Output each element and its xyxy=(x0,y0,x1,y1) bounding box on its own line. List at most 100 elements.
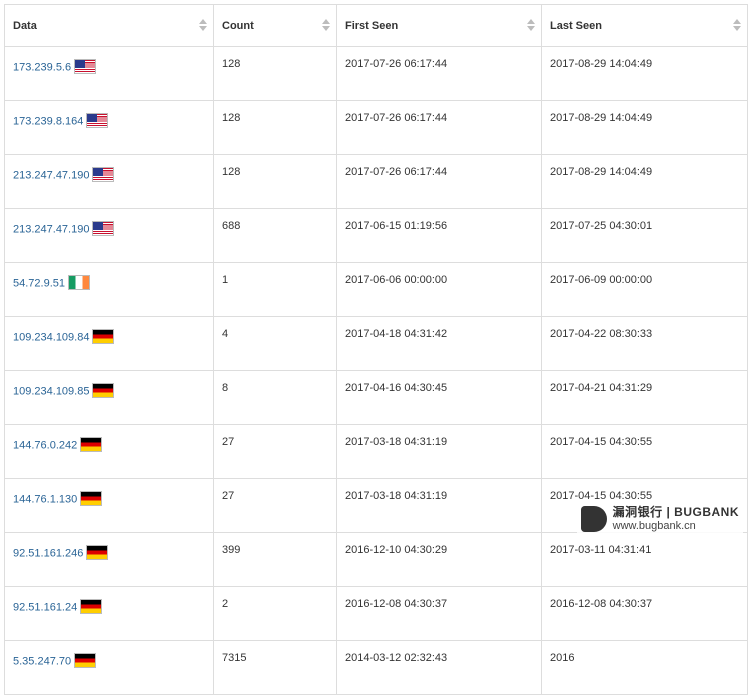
data-cell: 144.76.1.130 xyxy=(4,478,214,533)
count-cell: 1 xyxy=(213,262,337,317)
watermark: 漏洞银行 | BUGBANK www.bugbank.cn xyxy=(576,504,743,534)
first-seen-cell: 2017-03-18 04:31:19 xyxy=(336,478,542,533)
last-seen-cell: 2016 xyxy=(541,640,748,695)
data-cell: 109.234.109.84 xyxy=(4,316,214,371)
data-cell: 54.72.9.51 xyxy=(4,262,214,317)
count-cell: 7315 xyxy=(213,640,337,695)
last-seen-cell: 2017-06-09 00:00:00 xyxy=(541,262,748,317)
first-seen-cell: 2016-12-08 04:30:37 xyxy=(336,586,542,641)
column-header-label: Count xyxy=(222,19,254,32)
first-seen-cell: 2017-07-26 06:17:44 xyxy=(336,100,542,155)
table-row: 5.35.247.70 7315 2014-03-12 02:32:43 201… xyxy=(4,640,748,695)
first-seen-cell: 2017-04-18 04:31:42 xyxy=(336,316,542,371)
column-header-last-seen[interactable]: Last Seen xyxy=(541,4,748,47)
ip-link[interactable]: 144.76.0.242 xyxy=(13,439,77,451)
ip-link[interactable]: 173.239.8.164 xyxy=(13,115,83,127)
column-header-label: First Seen xyxy=(345,19,399,32)
table-row: 173.239.5.6 128 2017-07-26 06:17:44 2017… xyxy=(4,46,748,101)
de-flag-icon xyxy=(80,437,103,452)
bugbank-logo-icon xyxy=(580,506,607,532)
table-row: 92.51.161.246 399 2016-12-10 04:30:29 20… xyxy=(4,532,748,587)
column-header-first-seen[interactable]: First Seen xyxy=(336,4,542,47)
first-seen-cell: 2017-07-26 06:17:44 xyxy=(336,46,542,101)
de-flag-icon xyxy=(80,599,103,614)
first-seen-cell: 2014-03-12 02:32:43 xyxy=(336,640,542,695)
column-header-label: Data xyxy=(13,19,37,32)
table-row: 109.234.109.85 8 2017-04-16 04:30:45 201… xyxy=(4,370,748,425)
us-flag-icon xyxy=(74,59,97,74)
table-row: 144.76.0.242 27 2017-03-18 04:31:19 2017… xyxy=(4,424,748,479)
first-seen-cell: 2017-07-26 06:17:44 xyxy=(336,154,542,209)
watermark-text: 漏洞银行 | BUGBANK www.bugbank.cn xyxy=(613,506,739,532)
count-cell: 128 xyxy=(213,154,337,209)
sort-icon[interactable] xyxy=(733,19,741,32)
ip-link[interactable]: 213.247.47.190 xyxy=(13,169,89,181)
first-seen-cell: 2017-06-15 01:19:56 xyxy=(336,208,542,263)
sort-icon[interactable] xyxy=(199,19,207,32)
data-cell: 5.35.247.70 xyxy=(4,640,214,695)
table-row: 54.72.9.51 1 2017-06-06 00:00:00 2017-06… xyxy=(4,262,748,317)
last-seen-cell: 2017-08-29 14:04:49 xyxy=(541,100,748,155)
count-cell: 8 xyxy=(213,370,337,425)
last-seen-cell: 2017-08-29 14:04:49 xyxy=(541,46,748,101)
ip-link[interactable]: 92.51.161.246 xyxy=(13,547,83,559)
count-cell: 27 xyxy=(213,424,337,479)
ip-link[interactable]: 144.76.1.130 xyxy=(13,493,77,505)
data-cell: 92.51.161.24 xyxy=(4,586,214,641)
first-seen-cell: 2017-04-16 04:30:45 xyxy=(336,370,542,425)
watermark-url: www.bugbank.cn xyxy=(612,520,696,532)
first-seen-cell: 2016-12-10 04:30:29 xyxy=(336,532,542,587)
de-flag-icon xyxy=(92,329,115,344)
column-header-data[interactable]: Data xyxy=(4,4,214,47)
de-flag-icon xyxy=(92,383,115,398)
data-cell: 144.76.0.242 xyxy=(4,424,214,479)
ip-link[interactable]: 54.72.9.51 xyxy=(13,277,65,289)
table-row: 173.239.8.164 128 2017-07-26 06:17:44 20… xyxy=(4,100,748,155)
ip-link[interactable]: 92.51.161.24 xyxy=(13,601,77,613)
data-cell: 109.234.109.85 xyxy=(4,370,214,425)
last-seen-cell: 2017-08-29 14:04:49 xyxy=(541,154,748,209)
count-cell: 128 xyxy=(213,46,337,101)
sort-icon[interactable] xyxy=(322,19,330,32)
column-header-label: Last Seen xyxy=(550,19,602,32)
count-cell: 399 xyxy=(213,532,337,587)
us-flag-icon xyxy=(92,221,115,236)
data-table: Data Count First Seen Last Seen 173.239.… xyxy=(4,4,748,695)
ip-link[interactable]: 109.234.109.85 xyxy=(13,385,89,397)
us-flag-icon xyxy=(86,113,109,128)
table-row: 213.247.47.190 688 2017-06-15 01:19:56 2… xyxy=(4,208,748,263)
data-cell: 92.51.161.246 xyxy=(4,532,214,587)
last-seen-cell: 2017-04-21 04:31:29 xyxy=(541,370,748,425)
last-seen-cell: 2016-12-08 04:30:37 xyxy=(541,586,748,641)
last-seen-cell: 2017-04-22 08:30:33 xyxy=(541,316,748,371)
column-header-count[interactable]: Count xyxy=(213,4,337,47)
sort-icon[interactable] xyxy=(527,19,535,32)
table-row: 109.234.109.84 4 2017-04-18 04:31:42 201… xyxy=(4,316,748,371)
count-cell: 2 xyxy=(213,586,337,641)
ie-flag-icon xyxy=(68,275,90,290)
us-flag-icon xyxy=(92,167,115,182)
count-cell: 688 xyxy=(213,208,337,263)
table-row: 213.247.47.190 128 2017-07-26 06:17:44 2… xyxy=(4,154,748,209)
first-seen-cell: 2017-06-06 00:00:00 xyxy=(336,262,542,317)
last-seen-cell: 2017-04-15 04:30:55 xyxy=(541,424,748,479)
de-flag-icon xyxy=(80,491,103,506)
ip-link[interactable]: 213.247.47.190 xyxy=(13,223,89,235)
count-cell: 4 xyxy=(213,316,337,371)
last-seen-cell: 2017-07-25 04:30:01 xyxy=(541,208,748,263)
last-seen-cell: 2017-03-11 04:31:41 xyxy=(541,532,748,587)
data-cell: 173.239.8.164 xyxy=(4,100,214,155)
watermark-name: 漏洞银行 | BUGBANK xyxy=(612,505,739,519)
data-cell: 173.239.5.6 xyxy=(4,46,214,101)
ip-link[interactable]: 5.35.247.70 xyxy=(13,655,71,667)
table-row: 92.51.161.24 2 2016-12-08 04:30:37 2016-… xyxy=(4,586,748,641)
table-header-row: Data Count First Seen Last Seen xyxy=(4,4,748,47)
count-cell: 27 xyxy=(213,478,337,533)
ip-link[interactable]: 109.234.109.84 xyxy=(13,331,89,343)
count-cell: 128 xyxy=(213,100,337,155)
de-flag-icon xyxy=(74,653,97,668)
data-cell: 213.247.47.190 xyxy=(4,208,214,263)
first-seen-cell: 2017-03-18 04:31:19 xyxy=(336,424,542,479)
data-cell: 213.247.47.190 xyxy=(4,154,214,209)
ip-link[interactable]: 173.239.5.6 xyxy=(13,61,71,73)
